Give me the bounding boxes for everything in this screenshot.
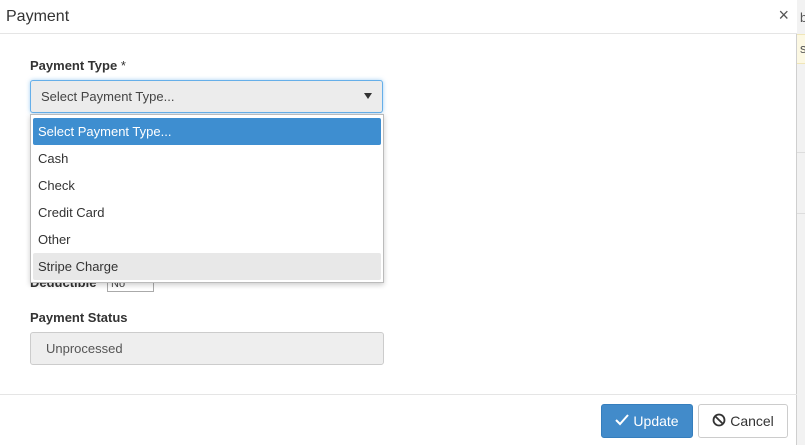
option-check[interactable]: Check <box>33 172 381 199</box>
modal-title: Payment <box>6 8 70 25</box>
close-icon[interactable]: × <box>778 6 789 24</box>
ban-icon <box>712 413 726 430</box>
background-text-2: s <box>800 41 805 56</box>
check-icon <box>615 413 630 429</box>
option-stripe-charge[interactable]: Stripe Charge <box>33 253 381 280</box>
option-cash[interactable]: Cash <box>33 145 381 172</box>
option-other[interactable]: Other <box>33 226 381 253</box>
modal-header: Payment × <box>0 0 797 34</box>
option-credit-card[interactable]: Credit Card <box>33 199 381 226</box>
background-divider <box>797 213 805 214</box>
payment-modal: Payment × Payment Type * Select Payment … <box>0 0 797 445</box>
background-text-1: b <box>800 10 805 25</box>
cancel-button-label: Cancel <box>730 413 774 429</box>
required-mark: * <box>120 58 126 73</box>
background-divider <box>797 152 805 153</box>
payment-type-label: Payment Type * <box>30 58 126 73</box>
option-select-payment-type[interactable]: Select Payment Type... <box>33 118 381 145</box>
update-button[interactable]: Update <box>601 404 693 438</box>
payment-type-dropdown: Select Payment Type... Cash Check Credit… <box>30 114 384 283</box>
payment-status-field: Unprocessed <box>30 332 384 365</box>
cancel-button[interactable]: Cancel <box>698 404 788 438</box>
payment-status-label: Payment Status <box>30 310 128 325</box>
background-page-edge <box>797 0 805 445</box>
payment-type-selected-value: Select Payment Type... <box>41 89 175 104</box>
modal-footer: Update Cancel <box>0 394 797 445</box>
caret-down-icon <box>364 93 372 99</box>
update-button-label: Update <box>633 413 679 429</box>
payment-type-label-text: Payment Type <box>30 58 118 73</box>
payment-type-select[interactable]: Select Payment Type... <box>30 80 383 113</box>
